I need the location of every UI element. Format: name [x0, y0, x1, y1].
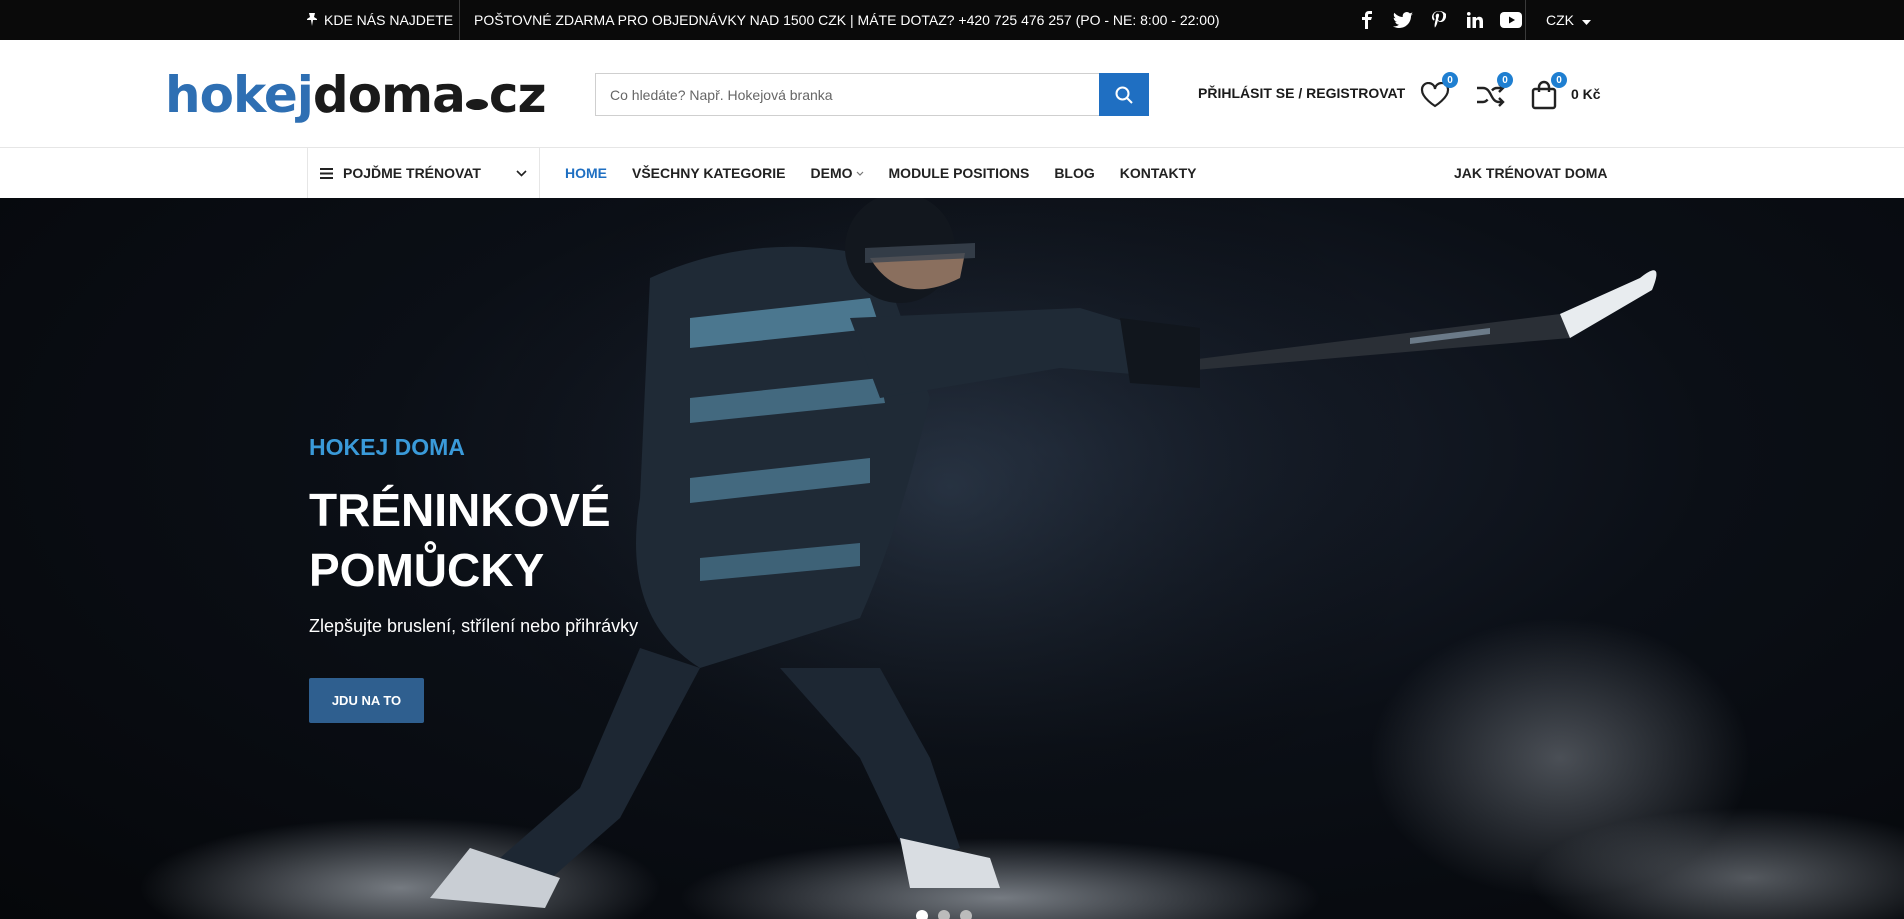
hero-title: TRÉNINKOVÉ POMŮCKY: [309, 480, 709, 600]
category-menu-button[interactable]: POJĎME TRÉNOVAT: [307, 148, 540, 198]
search-button[interactable]: [1099, 73, 1149, 116]
social-links: [1356, 0, 1522, 40]
nav-item-all-categories[interactable]: VŠECHNY KATEGORIE: [632, 165, 786, 181]
site-logo[interactable]: hokej doma cz: [165, 66, 547, 124]
twitter-icon[interactable]: [1392, 9, 1414, 31]
site-header: hokej doma cz PŘIHLÁSIT SE / REGISTROVAT…: [0, 40, 1904, 148]
divider: [1525, 0, 1526, 40]
compare-count-badge: 0: [1497, 72, 1513, 88]
chevron-down-icon: [856, 171, 863, 176]
search-icon: [1115, 86, 1133, 104]
nav-item-label: KONTAKTY: [1119, 165, 1197, 181]
caret-down-icon: [1582, 12, 1591, 28]
logo-part-cz: cz: [488, 66, 547, 124]
wishlist-button[interactable]: 0: [1418, 72, 1458, 112]
nav-item-how-to-train[interactable]: JAK TRÉNOVAT DOMA: [1454, 148, 1607, 198]
search-input[interactable]: [595, 73, 1099, 116]
divider: [459, 0, 460, 40]
hero-subtitle: Zlepšujte bruslení, střílení nebo přihrá…: [309, 616, 639, 636]
slider-dot[interactable]: [916, 910, 928, 919]
top-bar: KDE NÁS NAJDETE POŠTOVNÉ ZDARMA PRO OBJE…: [0, 0, 1904, 40]
nav-item-demo[interactable]: DEMO: [811, 165, 864, 181]
hero-eyebrow: HOKEJ DOMA: [309, 434, 465, 460]
hero-slider: HOKEJ DOMA TRÉNINKOVÉ POMŮCKY Zlepšujte …: [0, 198, 1904, 919]
pinterest-icon[interactable]: [1428, 9, 1450, 31]
nav-item-contacts[interactable]: KONTAKTY: [1120, 165, 1197, 181]
nav-item-home[interactable]: HOME: [565, 165, 607, 181]
slider-dot[interactable]: [960, 910, 972, 919]
store-location-label: KDE NÁS NAJDETE: [324, 12, 454, 28]
currency-label: CZK: [1546, 12, 1574, 28]
nav-item-label: DEMO: [810, 165, 853, 181]
logo-part-doma: doma: [312, 66, 466, 124]
search-bar: [595, 73, 1149, 116]
nav-item-module-positions[interactable]: MODULE POSITIONS: [889, 165, 1030, 181]
compare-button[interactable]: 0: [1473, 72, 1513, 112]
currency-selector[interactable]: CZK: [1546, 0, 1591, 40]
nav-item-label: BLOG: [1054, 165, 1095, 181]
linkedin-icon[interactable]: [1464, 9, 1486, 31]
youtube-icon[interactable]: [1500, 9, 1522, 31]
main-nav: POJĎME TRÉNOVAT HOME VŠECHNY KATEGORIE D…: [0, 148, 1904, 198]
menu-icon: [320, 167, 333, 179]
hero-title-line: TRÉNINKOVÉ: [309, 484, 611, 536]
nav-menu: HOME VŠECHNY KATEGORIE DEMO MODULE POSIT…: [565, 148, 1197, 198]
slider-dot[interactable]: [938, 910, 950, 919]
store-location-link[interactable]: KDE NÁS NAJDETE: [306, 0, 453, 40]
promo-text: POŠTOVNÉ ZDARMA PRO OBJEDNÁVKY NAD 1500 …: [474, 12, 1220, 28]
pin-icon: [306, 12, 318, 29]
puck-icon: [465, 99, 488, 110]
category-menu-label: POJĎME TRÉNOVAT: [343, 165, 481, 181]
cart-button[interactable]: 0: [1527, 72, 1567, 112]
logo-part-hokej: hokej: [165, 66, 314, 124]
nav-item-blog[interactable]: BLOG: [1054, 165, 1094, 181]
nav-item-label: VŠECHNY KATEGORIE: [632, 165, 786, 181]
nav-item-label: MODULE POSITIONS: [888, 165, 1030, 181]
nav-item-label: HOME: [565, 165, 607, 181]
cart-count-badge: 0: [1551, 72, 1567, 88]
cart-total: 0 Kč: [1571, 86, 1601, 102]
facebook-icon[interactable]: [1356, 9, 1378, 31]
slider-dots: [916, 910, 972, 919]
wishlist-count-badge: 0: [1442, 72, 1458, 88]
hero-title-line: POMŮCKY: [309, 544, 545, 596]
hockey-player-image: [140, 198, 1904, 919]
login-register-link[interactable]: PŘIHLÁSIT SE / REGISTROVAT: [1198, 85, 1405, 101]
chevron-down-icon: [516, 169, 527, 177]
hero-cta-button[interactable]: JDU NA TO: [309, 678, 424, 723]
